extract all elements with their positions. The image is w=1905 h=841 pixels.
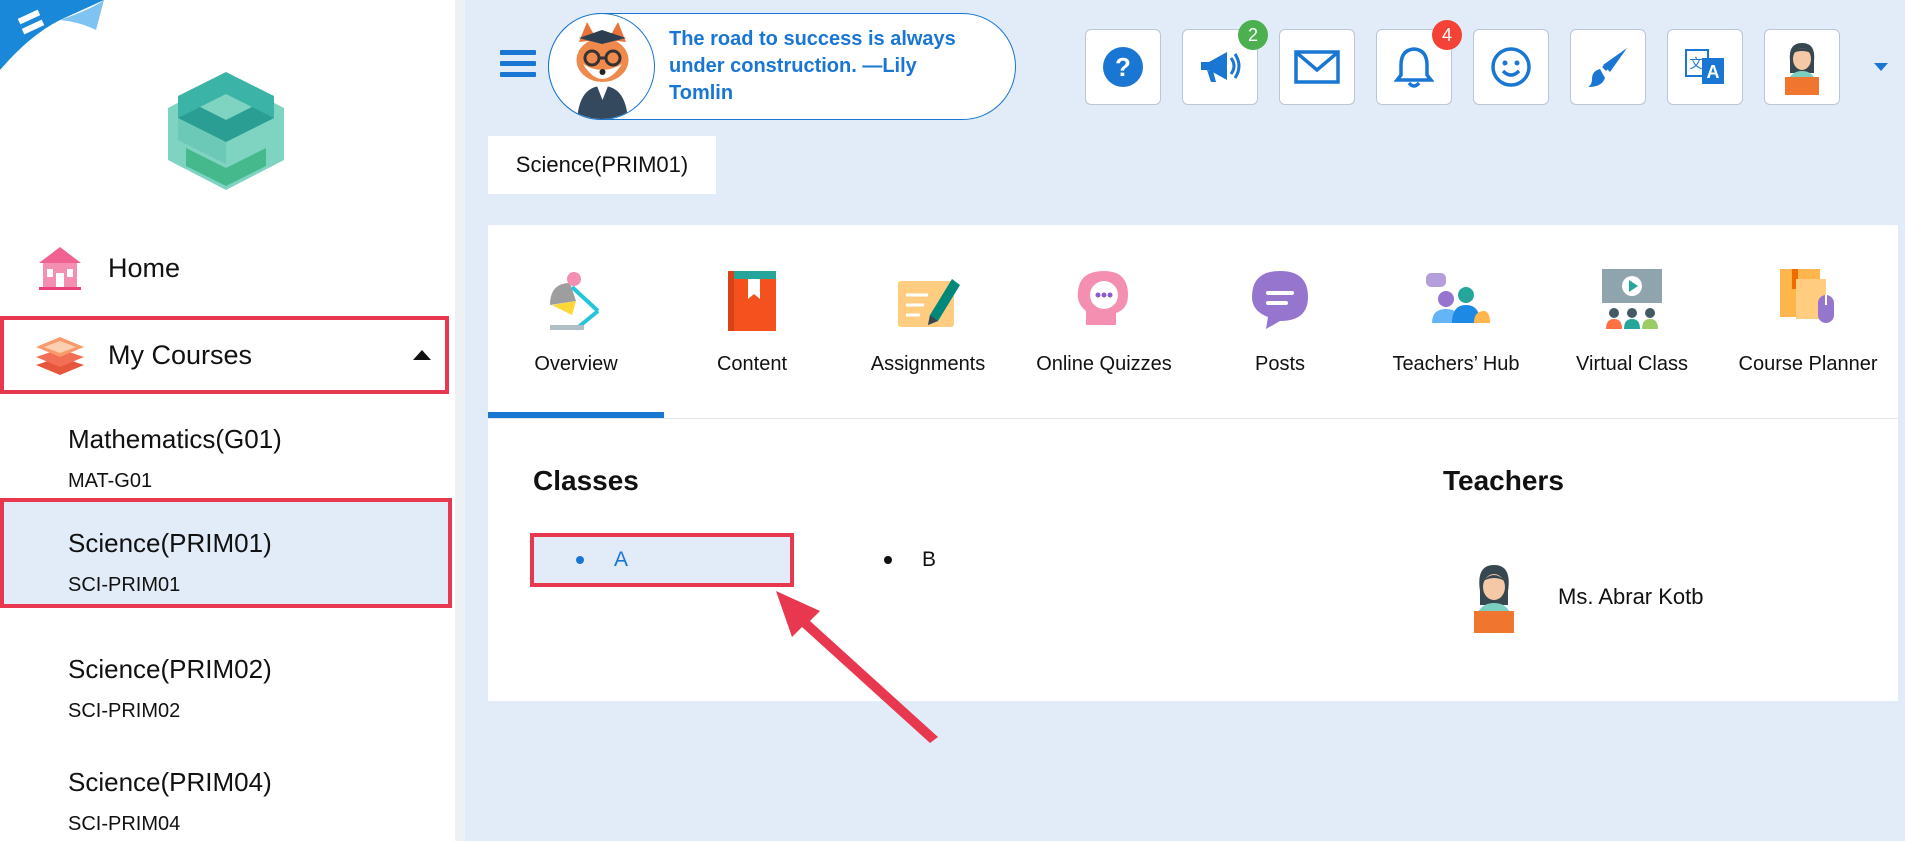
- mood-button[interactable]: [1473, 29, 1549, 105]
- class-label: A: [614, 548, 629, 571]
- book-icon: [728, 271, 776, 331]
- screen-audience-icon: [1602, 269, 1662, 329]
- classes-heading: Classes: [533, 465, 639, 496]
- help-button[interactable]: ?: [1085, 29, 1161, 105]
- tab-overview[interactable]: Overview: [488, 225, 664, 419]
- tab-virtual-class[interactable]: Virtual Class: [1544, 225, 1720, 419]
- nav-label-my-courses: My Courses: [108, 339, 253, 370]
- class-item-b[interactable]: B: [884, 533, 1084, 587]
- language-button[interactable]: A 文: [1667, 29, 1743, 105]
- school-logo-icon: [168, 72, 284, 190]
- user-avatar-icon: [1785, 43, 1819, 95]
- tab-label-virtual-class: Virtual Class: [1576, 353, 1688, 375]
- mail-icon: [1294, 50, 1340, 84]
- tab-online-quizzes[interactable]: Online Quizzes: [1016, 225, 1192, 419]
- course-code: SCI-PRIM01: [68, 574, 181, 596]
- pen-paper-icon: [898, 279, 960, 327]
- course-code: MAT-G01: [68, 470, 153, 492]
- notifications-badge: 4: [1432, 20, 1462, 50]
- chat-bubble-icon: [1252, 271, 1308, 329]
- head-thought-icon: [1077, 271, 1128, 325]
- annotation-arrow-icon: [776, 591, 938, 743]
- bullet-icon: [884, 556, 892, 564]
- quote-text: The road to success is always under cons…: [669, 28, 956, 104]
- people-chat-icon: [1426, 273, 1490, 323]
- tab-label-assignments: Assignments: [870, 353, 986, 375]
- brush-icon: [1588, 48, 1627, 87]
- help-icon: ?: [1103, 47, 1143, 87]
- teacher-avatar-icon: [1474, 565, 1514, 633]
- announcements-badge: 2: [1238, 20, 1268, 50]
- smiley-icon: [1491, 47, 1531, 87]
- svg-text:文: 文: [1689, 57, 1702, 72]
- sidebar-scrollbar[interactable]: [455, 0, 465, 841]
- tab-label-online-quizzes: Online Quizzes: [1036, 353, 1172, 375]
- lamp-icon: [550, 272, 600, 331]
- stack-icon: [32, 327, 88, 383]
- nav-item-home[interactable]: Home: [0, 228, 450, 308]
- course-name: Science(PRIM02): [68, 654, 272, 684]
- nav-item-my-courses[interactable]: My Courses: [0, 316, 449, 394]
- megaphone-icon: [1201, 52, 1241, 82]
- caret-up-icon[interactable]: [413, 350, 431, 360]
- tab-posts[interactable]: Posts: [1192, 225, 1368, 419]
- course-name: Science(PRIM01): [68, 528, 272, 558]
- announcements-button[interactable]: 2: [1182, 20, 1268, 105]
- current-course-tab[interactable]: Science(PRIM01): [488, 136, 716, 194]
- corner-logo-icon: [0, 0, 104, 70]
- tab-label-overview: Overview: [534, 353, 618, 375]
- messages-button[interactable]: [1279, 29, 1355, 105]
- tab-label-course-planner: Course Planner: [1738, 353, 1878, 375]
- active-tab-indicator: [488, 412, 664, 418]
- course-name: Mathematics(G01): [68, 424, 282, 454]
- tab-teachers-hub[interactable]: Teachers’ Hub: [1368, 225, 1544, 419]
- class-item-a[interactable]: A: [530, 533, 794, 587]
- teacher-name: Ms. Abrar Kotb: [1558, 584, 1704, 609]
- tab-label-content: Content: [716, 353, 788, 375]
- course-item-selected[interactable]: Science(PRIM01) SCI-PRIM01: [0, 498, 452, 608]
- notifications-button[interactable]: 4: [1376, 20, 1462, 105]
- course-name: Science(PRIM04): [68, 767, 272, 797]
- planner-icon: [1780, 269, 1834, 323]
- teacher-item[interactable]: Ms. Abrar Kotb: [1468, 561, 1704, 633]
- nav-label-home: Home: [108, 252, 181, 283]
- fox-mascot-icon: [548, 13, 655, 120]
- course-panel: Overview Content Assignments Online Quiz…: [488, 225, 1898, 701]
- menu-hamburger-icon[interactable]: [500, 50, 536, 80]
- course-item[interactable]: Science(PRIM04) SCI-PRIM04: [0, 751, 450, 841]
- class-label: B: [922, 548, 937, 571]
- course-code: SCI-PRIM02: [68, 700, 181, 722]
- translate-icon: A 文: [1685, 49, 1724, 84]
- tab-label-posts: Posts: [1254, 353, 1306, 375]
- bullet-icon: [576, 556, 584, 564]
- theme-button[interactable]: [1570, 29, 1646, 105]
- course-code: SCI-PRIM04: [68, 813, 181, 835]
- svg-text:?: ?: [1115, 52, 1131, 82]
- course-tabs: Overview Content Assignments Online Quiz…: [488, 225, 1898, 419]
- sidebar: Home My Courses Mathematics(G01) MAT-G01…: [0, 0, 455, 841]
- profile-dropdown-icon[interactable]: [1874, 63, 1888, 71]
- profile-button[interactable]: [1764, 29, 1840, 105]
- svg-text:A: A: [1707, 62, 1720, 82]
- tab-course-planner[interactable]: Course Planner: [1720, 225, 1896, 419]
- course-item[interactable]: Science(PRIM02) SCI-PRIM02: [0, 638, 450, 748]
- home-icon: [32, 240, 88, 296]
- tab-content[interactable]: Content: [664, 225, 840, 419]
- bell-icon: [1394, 47, 1434, 88]
- tab-label-teachers-hub: Teachers’ Hub: [1392, 353, 1520, 375]
- teachers-heading: Teachers: [1443, 465, 1564, 496]
- tab-assignments[interactable]: Assignments: [840, 225, 1016, 419]
